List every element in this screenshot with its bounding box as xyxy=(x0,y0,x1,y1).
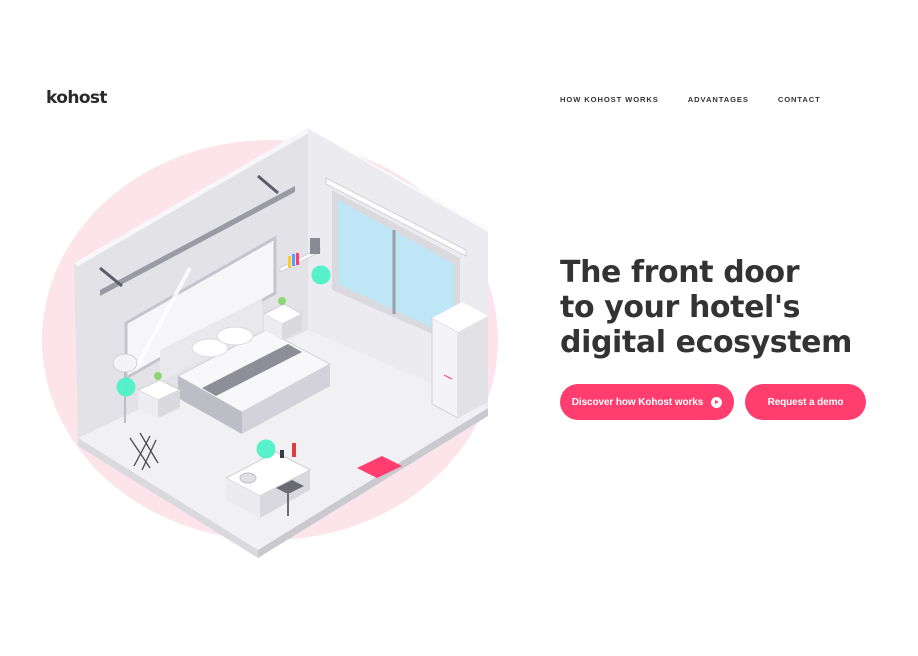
floor-lamp-shade xyxy=(112,353,138,373)
sensor-dot-desk xyxy=(256,439,276,459)
discover-how-kohost-works-button[interactable]: Discover how Kohost works xyxy=(560,384,734,420)
isometric-hotel-room-illustration xyxy=(42,128,498,558)
request-demo-button[interactable]: Request a demo xyxy=(745,384,866,420)
hero-title-line-2: to your hotel's xyxy=(560,290,801,325)
nav-advantages[interactable]: ADVANTAGES xyxy=(688,95,749,104)
sensor-dot-shelf xyxy=(311,265,331,285)
hero-title-line-3: digital ecosystem xyxy=(560,325,852,360)
main-nav: HOW KOHOST WORKS ADVANTAGES CONTACT xyxy=(560,95,821,104)
sensor-dot-lamp xyxy=(116,377,136,397)
wardrobe-front xyxy=(431,317,459,419)
nav-how-kohost-works[interactable]: HOW KOHOST WORKS xyxy=(560,95,659,104)
request-demo-label: Request a demo xyxy=(767,396,844,408)
hero-title: The front door to your hotel's digital e… xyxy=(560,255,900,360)
play-circle-icon xyxy=(711,396,723,408)
nav-contact[interactable]: CONTACT xyxy=(778,95,821,104)
kohost-logo[interactable]: kohost xyxy=(46,88,108,108)
wardrobe-side xyxy=(458,316,488,418)
hero-title-line-1: The front door xyxy=(560,255,800,290)
discover-button-label: Discover how Kohost works xyxy=(571,396,704,408)
